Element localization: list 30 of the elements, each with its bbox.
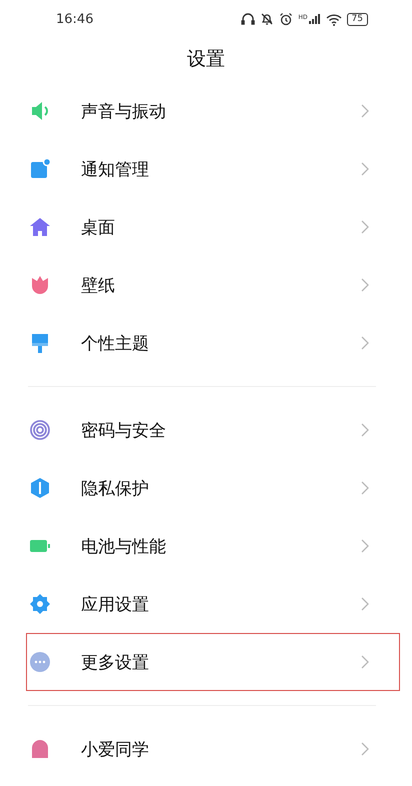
chevron-icon	[361, 278, 369, 292]
status-time: 16:46	[56, 12, 94, 26]
settings-item[interactable]: 密码与安全	[26, 401, 400, 459]
battery-indicator: 75	[346, 12, 368, 26]
settings-item[interactable]: 桌面	[26, 198, 400, 256]
alarm-icon	[279, 12, 294, 26]
settings-item[interactable]: 声音与振动	[26, 82, 400, 140]
settings-item[interactable]: 隐私保护	[26, 459, 400, 517]
page-title: 设置	[186, 47, 226, 72]
chevron-icon	[361, 597, 369, 611]
settings-item[interactable]: 壁纸	[26, 256, 400, 314]
signal-icon	[308, 14, 321, 24]
settings-item[interactable]: 电池与性能	[26, 517, 400, 575]
chevron-icon	[361, 104, 369, 118]
chevron-icon	[361, 336, 369, 350]
settings-item[interactable]: 应用设置	[26, 575, 400, 633]
chevron-icon	[361, 220, 369, 234]
wifi-icon	[326, 12, 342, 26]
settings-item[interactable]: 小爱同学	[26, 720, 400, 778]
chevron-icon	[361, 162, 369, 176]
chevron-icon	[361, 539, 369, 553]
chevron-icon	[361, 423, 369, 437]
headphones-icon	[241, 12, 256, 26]
settings-item[interactable]: 更多设置	[26, 633, 400, 691]
bell-off-icon	[260, 12, 274, 26]
chevron-icon	[361, 742, 369, 756]
chevron-icon	[361, 655, 369, 669]
settings-item[interactable]: 通知管理	[26, 140, 400, 198]
chevron-icon	[361, 481, 369, 495]
settings-item[interactable]: 个性主题	[26, 314, 400, 372]
